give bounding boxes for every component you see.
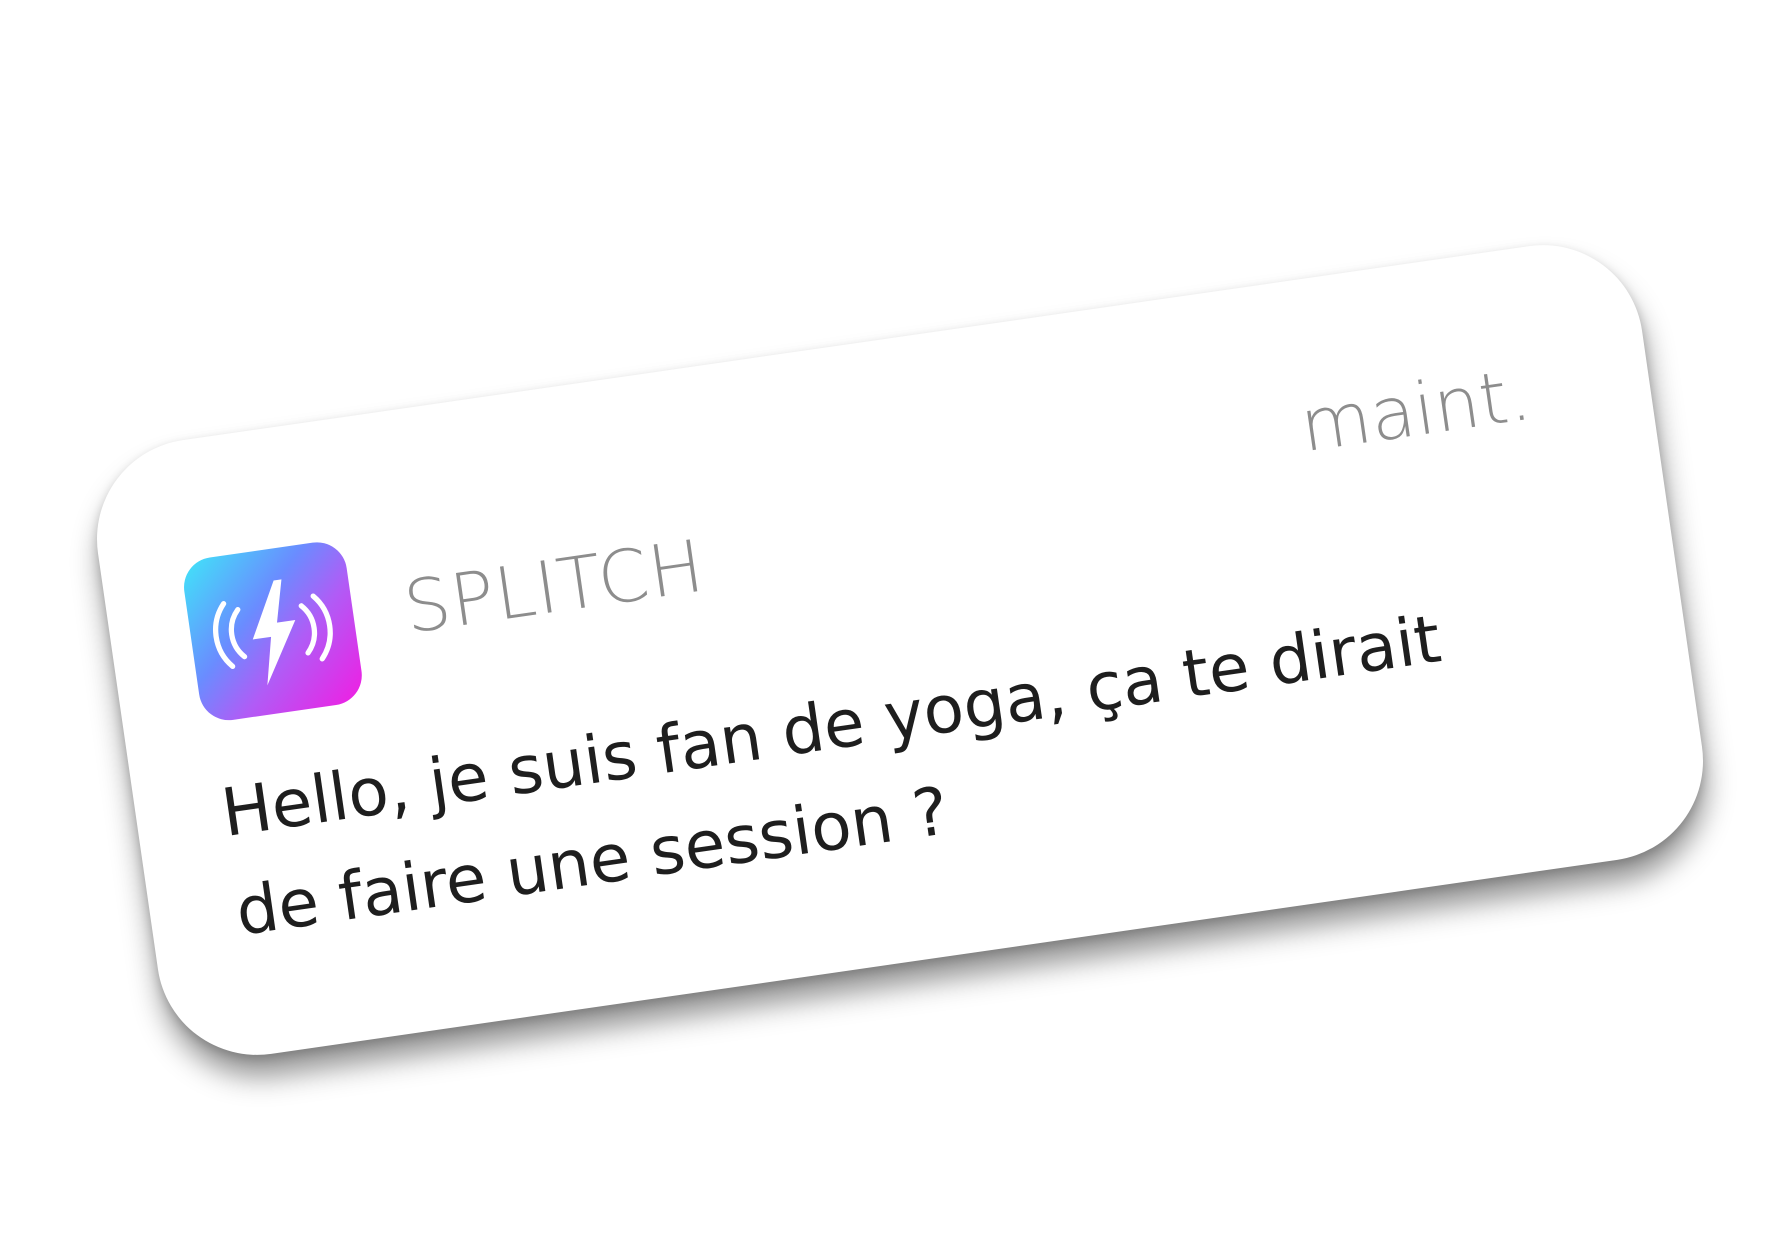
timestamp: maint. xyxy=(1295,351,1536,469)
app-name: SPLITCH xyxy=(398,523,710,650)
screen: SPLITCH maint. Hello, je suis fan de yog… xyxy=(0,0,1778,1237)
lightning-bolt-icon xyxy=(213,579,333,686)
notification-card[interactable]: SPLITCH maint. Hello, je suis fan de yog… xyxy=(83,231,1717,1069)
app-icon xyxy=(180,538,366,725)
